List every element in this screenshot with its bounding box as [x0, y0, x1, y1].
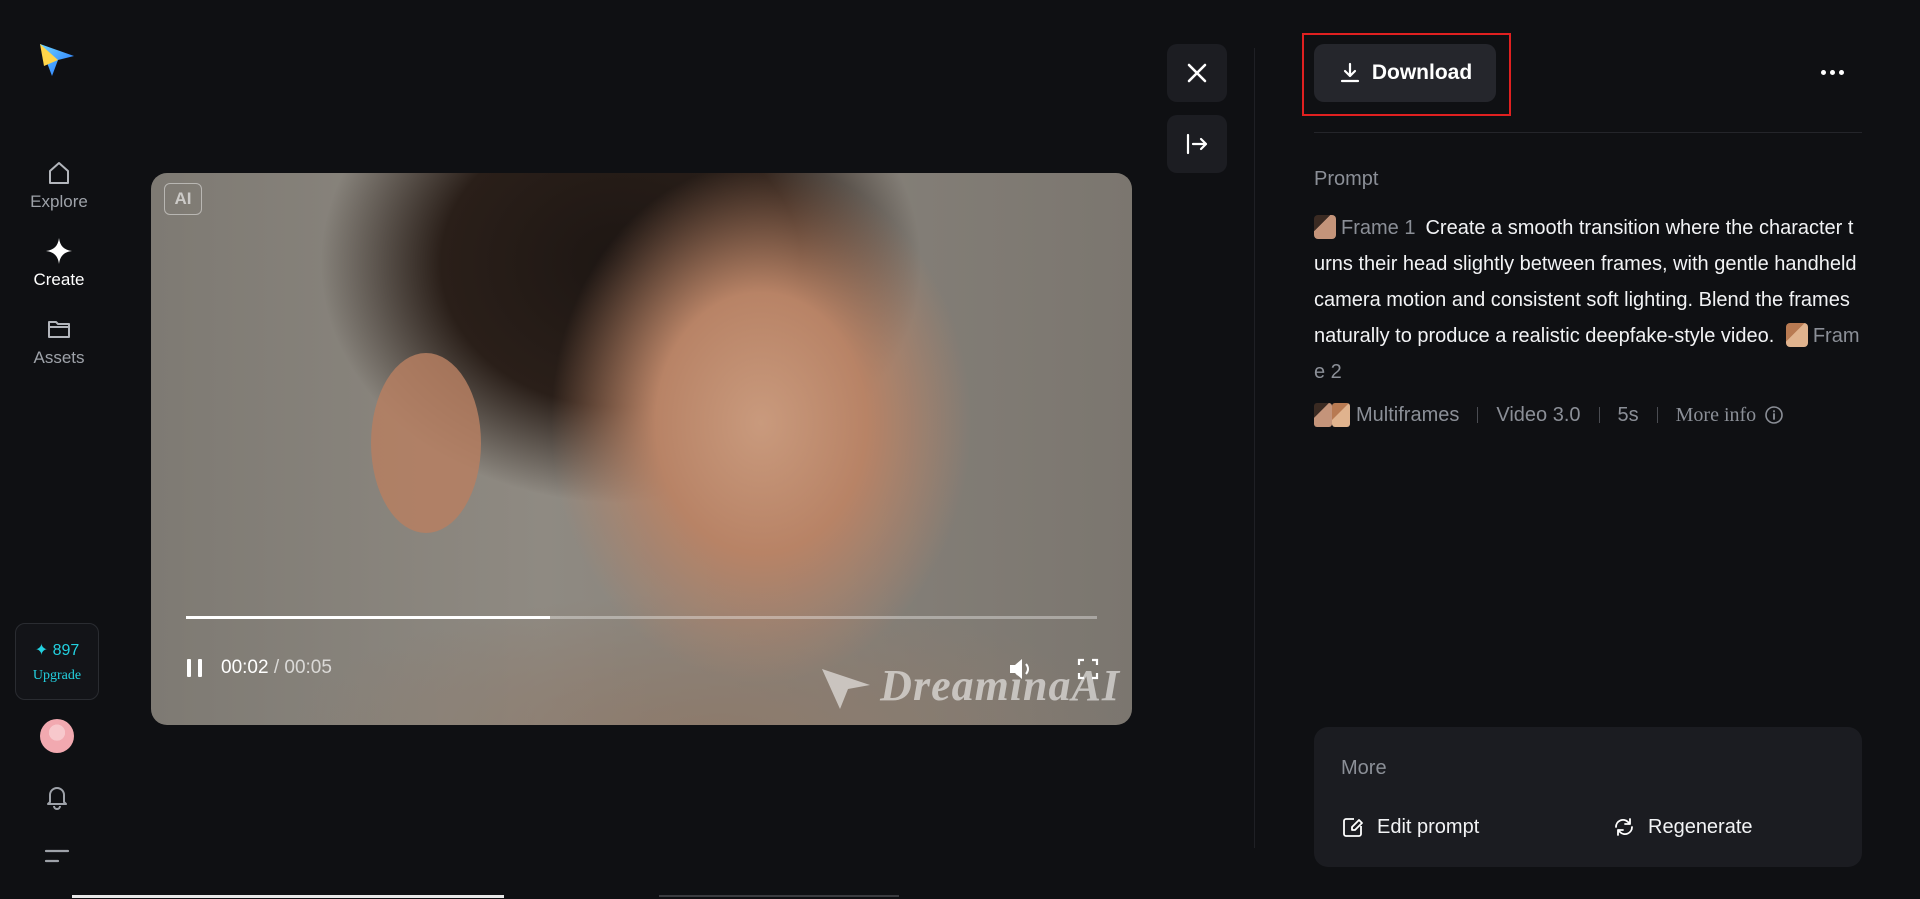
- sidebar-item-label: Explore: [30, 192, 88, 211]
- video-player[interactable]: AI DreaminaAI 00:02 / 00:05: [151, 173, 1132, 725]
- home-icon: [49, 162, 69, 184]
- time-separator: /: [268, 657, 285, 678]
- more-card: More Edit prompt Regenerate: [1314, 727, 1862, 867]
- separator: [1598, 407, 1600, 423]
- regenerate-label: Regenerate: [1648, 815, 1753, 838]
- collapse-panel-button[interactable]: [1167, 115, 1227, 173]
- regenerate-icon: [1615, 818, 1633, 836]
- ai-badge: AI: [164, 183, 202, 215]
- model-label: Video 3.0: [1496, 403, 1581, 426]
- highlight-box: [1302, 33, 1511, 116]
- sidebar-item-label: Assets: [33, 348, 85, 367]
- time-display: 00:02 / 00:05: [221, 657, 332, 679]
- scrollbar-thumb-secondary[interactable]: [659, 895, 899, 897]
- folder-icon: [48, 321, 70, 338]
- pause-icon[interactable]: [184, 657, 206, 679]
- more-title: More: [1341, 757, 1387, 779]
- dreamina-logo-icon[interactable]: [36, 38, 78, 80]
- separator: [1656, 407, 1658, 423]
- credits-upgrade-button[interactable]: ✦ 897 Upgrade: [15, 623, 99, 700]
- dot-icon: [1838, 69, 1844, 75]
- frame2-thumbnail: [1785, 323, 1808, 347]
- panel-divider: [1254, 48, 1255, 848]
- mode-label: Multiframes: [1356, 403, 1460, 426]
- sidebar-item-create[interactable]: Create: [22, 236, 96, 290]
- video-frame: [371, 353, 481, 533]
- scrollbar-thumb[interactable]: [72, 895, 504, 898]
- sparkle-icon: [46, 238, 72, 264]
- dot-icon: [1820, 69, 1826, 75]
- menu-icon[interactable]: [44, 846, 70, 866]
- frame1-label: Frame 1: [1341, 217, 1416, 239]
- watermark-logo-icon: [822, 669, 871, 709]
- avatar[interactable]: [40, 719, 74, 753]
- edit-prompt-label: Edit prompt: [1377, 815, 1480, 838]
- frame1-thumbnail: [1314, 215, 1336, 239]
- duration: 00:05: [284, 657, 332, 678]
- info-icon: [1765, 406, 1783, 424]
- regenerate-button[interactable]: Regenerate: [1612, 815, 1753, 839]
- length-label: 5s: [1617, 403, 1639, 426]
- more-info-link[interactable]: More info: [1676, 404, 1785, 427]
- credit-count: ✦ 897: [34, 641, 80, 659]
- sparkle-small-icon: ✦: [34, 641, 49, 659]
- close-button[interactable]: [1167, 44, 1227, 102]
- sidebar-item-label: Create: [33, 270, 85, 289]
- current-time: 00:02: [221, 657, 269, 678]
- sidebar-item-explore[interactable]: Explore: [22, 158, 96, 212]
- prompt-text: Frame 1 Create a smooth transition where …: [1314, 210, 1862, 390]
- prompt-heading: Prompt: [1314, 168, 1379, 190]
- upgrade-label: Upgrade: [32, 667, 82, 683]
- more-options-button[interactable]: [1812, 60, 1852, 84]
- watermark: DreaminaAI: [818, 659, 1120, 711]
- sidebar-item-assets[interactable]: Assets: [22, 314, 96, 368]
- meta-row: Multiframes Video 3.0 5s More info: [1314, 403, 1784, 427]
- bell-icon[interactable]: [43, 782, 71, 810]
- sidebar: Explore Create Assets ✦ 897 Upgrade: [0, 0, 118, 899]
- fullscreen-icon[interactable]: [1076, 657, 1100, 681]
- close-icon: [1187, 63, 1207, 83]
- edit-icon: [1343, 818, 1363, 837]
- progress-bar[interactable]: [186, 616, 1097, 619]
- arrow-right-bar-icon: [1186, 133, 1208, 155]
- dot-icon: [1829, 69, 1835, 75]
- volume-icon[interactable]: [1007, 656, 1035, 682]
- separator: [1477, 407, 1479, 423]
- header-divider: [1314, 132, 1862, 133]
- progress-fill: [186, 616, 551, 619]
- edit-prompt-button[interactable]: Edit prompt: [1341, 815, 1479, 839]
- multiframe-thumbnails: [1314, 403, 1350, 427]
